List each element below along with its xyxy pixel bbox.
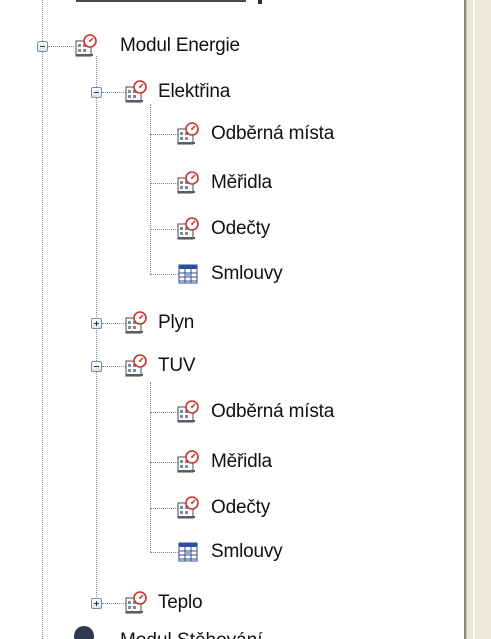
module-icon — [74, 626, 94, 639]
tree-node-label: Odběrná místa — [211, 123, 335, 144]
clipped-row-above — [76, 0, 246, 2]
tree-node-label: Měřidla — [211, 451, 272, 472]
tree-node-label: Elektřina — [158, 81, 231, 102]
collapse-toggle-modul-energie[interactable] — [37, 41, 48, 52]
expand-toggle-teplo[interactable] — [91, 598, 102, 609]
tree-line — [150, 104, 151, 274]
tree-node-label: Odečty — [211, 497, 270, 518]
tree-line — [42, 0, 43, 639]
tree-line — [96, 56, 97, 607]
clipped-row-mark — [258, 0, 262, 4]
tree-line — [48, 46, 74, 47]
tree-node-label: TUV — [158, 355, 196, 376]
tree-node-label-partial[interactable]: Modul Stěhování — [120, 630, 263, 639]
tree-node-label: Teplo — [158, 592, 203, 613]
tree-node-label: Smlouvy — [211, 263, 283, 284]
tree-node-label: Odečty — [211, 218, 270, 239]
collapse-toggle-elektrina[interactable] — [91, 87, 102, 98]
tree-node-label: Modul Energie — [120, 35, 240, 56]
tree-node-label: Plyn — [158, 312, 195, 333]
expand-toggle-plyn[interactable] — [91, 318, 102, 329]
tree-node-label: Smlouvy — [211, 541, 283, 562]
tree-node-label: Odběrná místa — [211, 401, 335, 422]
tree-node-label: Měřidla — [211, 172, 272, 193]
scrollbar-track[interactable] — [466, 0, 491, 639]
tree-line — [150, 382, 151, 552]
tree-view: Modul Energie Elektřina Odběrná místa Mě… — [0, 0, 464, 639]
collapse-toggle-tuv[interactable] — [91, 361, 102, 372]
